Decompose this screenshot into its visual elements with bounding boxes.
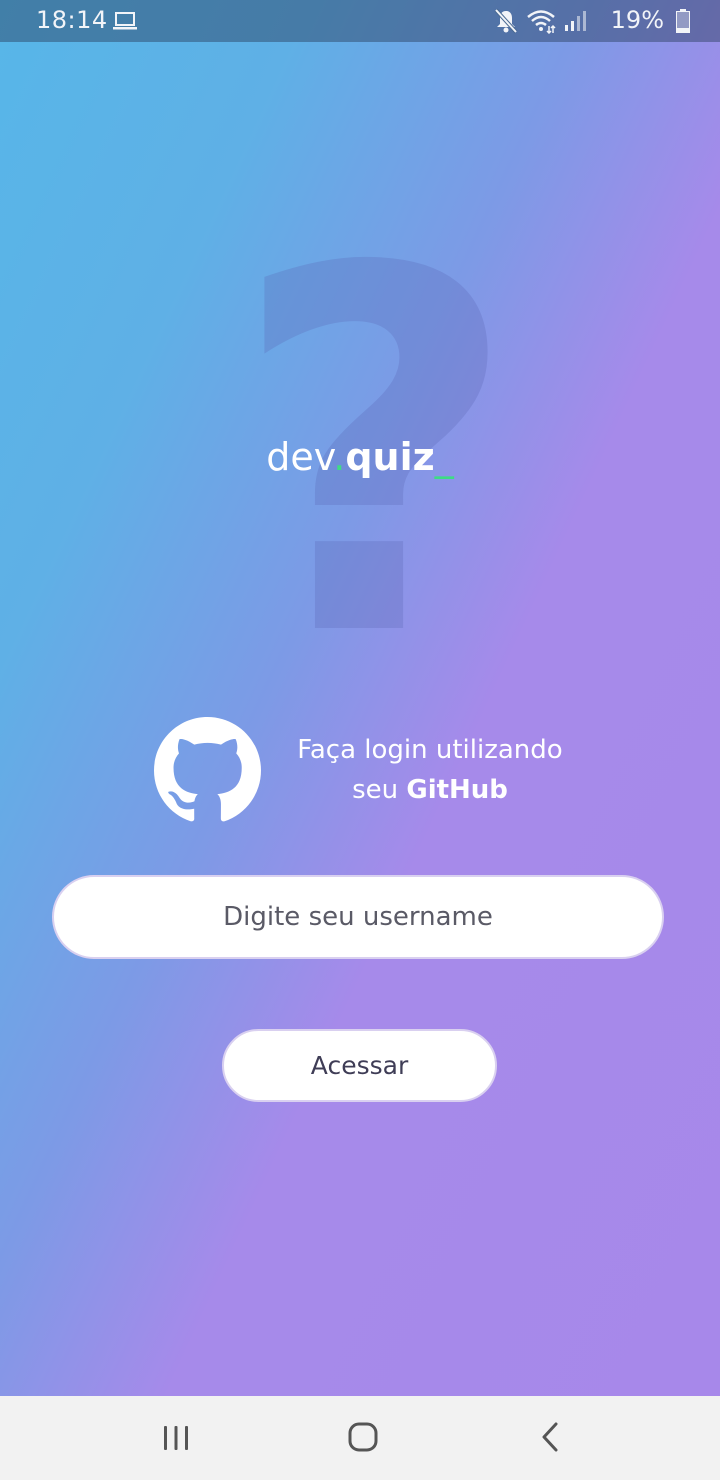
login-line2-prefix: seu bbox=[352, 775, 407, 805]
recent-apps-icon[interactable] bbox=[160, 1422, 192, 1454]
access-button[interactable]: Acessar bbox=[222, 1029, 497, 1102]
status-time: 18:14 bbox=[36, 6, 108, 34]
back-icon[interactable] bbox=[536, 1420, 566, 1454]
laptop-icon bbox=[113, 12, 137, 30]
battery-percent: 19% bbox=[610, 6, 664, 34]
app-logo: dev.quiz_ bbox=[0, 432, 720, 482]
mute-icon bbox=[494, 8, 518, 34]
login-line1: Faça login utilizando bbox=[297, 735, 563, 765]
wifi-icon bbox=[527, 10, 556, 34]
signal-icon bbox=[565, 11, 586, 31]
home-icon[interactable] bbox=[346, 1420, 380, 1454]
status-bar: 18:14 19% bbox=[0, 0, 720, 42]
username-input[interactable] bbox=[52, 875, 664, 959]
logo-quiz: quiz bbox=[345, 435, 435, 479]
battery-icon bbox=[676, 9, 690, 33]
login-screen: 18:14 19% ? dev.quiz_ Faça login utiliza… bbox=[0, 0, 720, 1480]
navigation-bar bbox=[0, 1396, 720, 1480]
login-line2-github: GitHub bbox=[406, 775, 508, 805]
github-icon bbox=[154, 717, 261, 822]
login-instruction: Faça login utilizando seu GitHub bbox=[270, 730, 590, 810]
logo-dev: dev bbox=[266, 435, 334, 479]
logo-underscore: _ bbox=[434, 435, 454, 479]
login-line2: seu GitHub bbox=[270, 770, 590, 810]
logo-dot: . bbox=[333, 435, 346, 479]
